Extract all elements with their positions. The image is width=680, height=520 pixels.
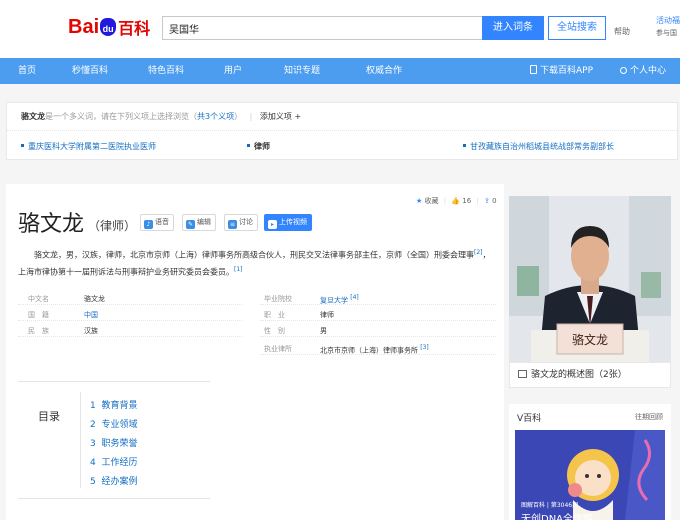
nav-item-cooperation[interactable]: 权威合作 [366, 58, 402, 84]
entry-main: 骆文龙 （律师） ♪ 语音 ✎ 编辑 ≡ 讨论 ▸ 上传视频 ★ 收藏 | 👍 16 |… [6, 184, 504, 520]
nav-item-featured[interactable]: 特色百科 [148, 58, 184, 84]
page-subtitle: （律师） [88, 219, 137, 233]
table-of-contents: 目录 1 教育背景 2 专业领域 3 职务荣誉 4 工作经历 5 经办案例 [18, 381, 210, 499]
video-title: 无创DNA全攻略 [521, 514, 594, 520]
nameplate-text: 骆文龙 [572, 332, 608, 347]
edit-button[interactable]: ✎ 编辑 [182, 214, 216, 231]
personal-center-link[interactable]: 个人中心 [620, 58, 666, 84]
info-value: 男 [320, 327, 327, 335]
album-caption-link[interactable]: 骆文龙的概述图（2张） [509, 362, 671, 388]
toc-item[interactable]: 2 专业领域 [90, 417, 137, 430]
divider [7, 130, 677, 131]
info-key: 职 业 [264, 311, 285, 319]
past-episodes-link[interactable]: 往期回顾 [635, 412, 663, 422]
entry-summary: 骆文龙，男，汉族，律师，北京市京师（上海）律师事务所高级合伙人，刑民交叉法律事务… [18, 249, 491, 277]
reference-link[interactable]: [4] [350, 294, 359, 301]
upload-video-button[interactable]: ▸ 上传视频 [264, 214, 312, 231]
info-key: 毕业院校 [264, 295, 292, 303]
share-icon: ⇪ [484, 197, 490, 205]
info-value-link[interactable]: 复旦大学 [320, 296, 348, 304]
user-icon [620, 67, 627, 74]
activity-sub-link[interactable]: 参与国 [656, 28, 677, 38]
baidu-baike-logo[interactable]: Bai du 百科 [68, 14, 150, 40]
phone-icon [530, 65, 537, 74]
enter-entry-button[interactable]: 进入词条 [482, 16, 544, 40]
sense-count-link[interactable]: 共3个义项 [197, 112, 234, 121]
vbaike-card: V百科 往期回顾 图解百科 | 第3046期 无创DNA全攻略 [509, 404, 671, 520]
image-icon [518, 370, 527, 378]
add-sense-link[interactable]: 添加义项 + [260, 112, 301, 121]
disambiguation-notice: 骆文龙是一个多义词，请在下列义项上选择浏览（共3个义项） | 添加义项 + [21, 112, 302, 121]
disambiguation-panel: 骆文龙是一个多义词，请在下列义项上选择浏览（共3个义项） | 添加义项 + 重庆… [6, 102, 678, 160]
reference-link[interactable]: [1] [234, 266, 243, 273]
info-value-link[interactable]: 中国 [84, 310, 98, 320]
sense-item-official[interactable]: 甘孜藏族自治州稻城县统战部常务副部长 [463, 141, 614, 152]
vbaike-title: V百科 [517, 414, 542, 424]
toc-label: 目录 [38, 410, 60, 423]
toc-item[interactable]: 1 教育背景 [90, 398, 137, 411]
divider [260, 336, 496, 337]
divider [18, 336, 242, 337]
toc-item[interactable]: 3 职务荣誉 [90, 436, 137, 449]
vbaike-video-thumbnail[interactable]: 图解百科 | 第3046期 无创DNA全攻略 [515, 430, 665, 520]
info-key: 执业律所 [264, 345, 292, 353]
divider [18, 304, 242, 305]
info-key: 民 族 [28, 327, 49, 335]
main-nav: 首页 秒懂百科 特色百科 用户 知识专题 权威合作 下载百科APP 个人中心 [0, 58, 680, 84]
sense-item-doctor[interactable]: 重庆医科大学附属第二医院执业医师 [21, 141, 156, 152]
reference-link[interactable]: [2] [474, 249, 483, 256]
info-key: 中文名 [28, 295, 49, 303]
page-title: 骆文龙 [18, 211, 85, 236]
entry-actions: ★ 收藏 | 👍 16 | ⇪ 0 [416, 197, 497, 205]
star-icon: ★ [416, 197, 423, 205]
activity-link[interactable]: 活动福 [656, 15, 680, 26]
toc-item[interactable]: 4 工作经历 [90, 455, 137, 468]
video-tag: 图解百科 | 第3046期 [521, 502, 579, 509]
divider [260, 320, 496, 321]
info-value: 北京市京师（上海）律师事务所 [3] [320, 344, 429, 355]
info-value: 汉族 [84, 327, 98, 335]
divider [260, 304, 496, 305]
thumb-up-icon: 👍 [451, 197, 461, 205]
like-button[interactable]: 👍 16 [451, 197, 471, 205]
nav-item-topics[interactable]: 知识专题 [284, 58, 320, 84]
download-app-link[interactable]: 下载百科APP [530, 58, 593, 84]
info-value: 律师 [320, 311, 334, 319]
reference-link[interactable]: [3] [420, 344, 429, 351]
pencil-icon: ✎ [186, 220, 195, 229]
divider [18, 320, 242, 321]
collect-button[interactable]: ★ 收藏 [416, 197, 439, 205]
discuss-button[interactable]: ≡ 讨论 [224, 214, 258, 231]
paw-icon: du [100, 18, 117, 36]
nav-item-home[interactable]: 首页 [18, 58, 36, 84]
nav-item-user[interactable]: 用户 [224, 58, 242, 84]
info-key: 国 籍 [28, 311, 49, 319]
side-panel: 骆文龙 骆文龙的概述图（2张） V百科 往期回顾 图解百科 | 第3046期 无… [509, 196, 671, 520]
comment-icon: ≡ [228, 220, 237, 229]
divider [80, 392, 81, 488]
info-key: 性 别 [264, 327, 285, 335]
entry-photo[interactable]: 骆文龙 [509, 196, 671, 362]
help-link[interactable]: 帮助 [614, 26, 630, 37]
info-value: 骆文龙 [84, 295, 105, 303]
speaker-icon: ♪ [144, 220, 153, 229]
voice-button[interactable]: ♪ 语音 [140, 214, 174, 231]
site-search-button[interactable]: 全站搜索 [548, 16, 606, 40]
info-value: 复旦大学 [4] [320, 294, 359, 305]
header: Bai du 百科 吴国华 进入词条 全站搜索 帮助 活动福 参与国 [0, 0, 680, 58]
video-icon: ▸ [268, 220, 277, 229]
portrait-image: 骆文龙 [509, 196, 671, 362]
toc-item[interactable]: 5 经办案例 [90, 474, 137, 487]
sense-item-lawyer: 律师 [247, 141, 270, 152]
search-input[interactable]: 吴国华 [162, 16, 482, 40]
share-button[interactable]: ⇪ 0 [484, 197, 497, 205]
nav-item-miaodong[interactable]: 秒懂百科 [72, 58, 108, 84]
